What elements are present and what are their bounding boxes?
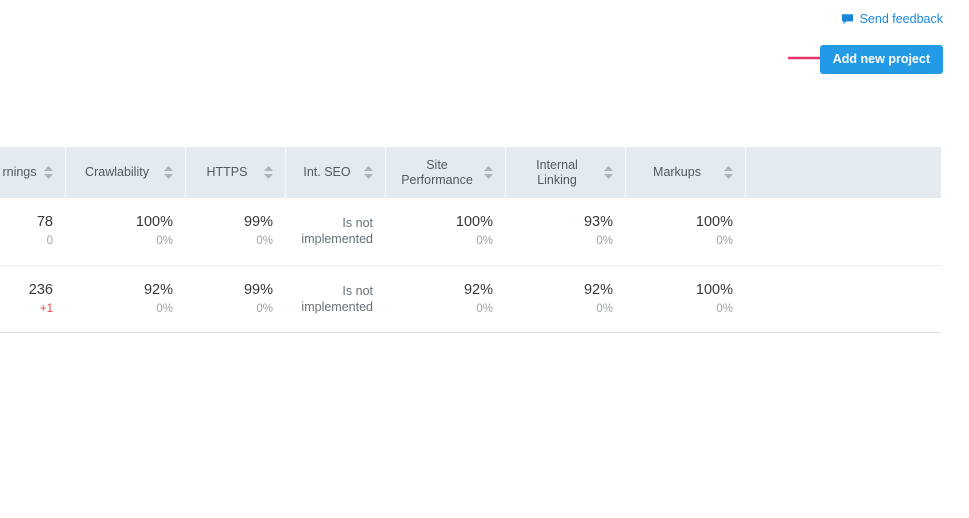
- page-root: Send feedback Add new project rnings Craw…: [0, 0, 969, 518]
- cell-crawlability: 92% 0%: [65, 265, 185, 333]
- cell-value: 99%: [243, 214, 273, 231]
- column-header-label: Internal Linking: [536, 157, 578, 187]
- table-header: rnings Crawlability HTTPS Int. SEO Site Perfo…: [0, 147, 941, 198]
- cell-spacer: [745, 265, 941, 333]
- table-row[interactable]: 236 +1 92% 0% 99% 0% Is not implemented 92% 0% 92…: [0, 265, 941, 333]
- cell-internal-linking: 93% 0%: [505, 198, 625, 266]
- column-header-label: Markups: [653, 165, 701, 179]
- column-header-int-seo[interactable]: Int. SEO: [285, 147, 386, 198]
- cell-delta: 0%: [476, 302, 493, 315]
- table-row[interactable]: 78 0 100% 0% 99% 0% Is not implemented 100% 0% 93…: [0, 198, 941, 266]
- cell-delta: 0: [46, 235, 53, 248]
- cell-value: 236: [28, 281, 53, 298]
- cell-int-seo: Is not implemented: [285, 198, 385, 266]
- cell-value: Is not implemented: [301, 216, 373, 247]
- cell-int-seo: Is not implemented: [285, 265, 385, 333]
- cell-delta: 0%: [256, 302, 273, 315]
- cell-site-performance: 100% 0%: [385, 198, 505, 266]
- column-header-label: Int. SEO: [303, 165, 351, 179]
- cell-warnings: 78 0: [0, 198, 65, 266]
- speech-bubble-icon: [841, 13, 854, 26]
- column-header-warnings[interactable]: rnings: [0, 147, 66, 198]
- table-body: 78 0 100% 0% 99% 0% Is not implemented 100% 0% 93…: [0, 198, 941, 333]
- column-header-internal-linking[interactable]: Internal Linking: [505, 147, 626, 198]
- cell-value: 92%: [143, 281, 173, 298]
- cell-delta: 0%: [156, 302, 173, 315]
- cell-delta: 0%: [716, 302, 733, 315]
- column-header-label: Site Performance: [401, 157, 473, 187]
- column-header-label: HTTPS: [206, 165, 248, 179]
- column-header-site-performance[interactable]: Site Performance: [385, 147, 506, 198]
- cell-value: 92%: [583, 281, 613, 298]
- cell-value: 99%: [243, 281, 273, 298]
- cell-internal-linking: 92% 0%: [505, 265, 625, 333]
- sort-updown-icon[interactable]: [163, 165, 173, 180]
- cell-value: 100%: [695, 214, 733, 231]
- cell-value: 78: [36, 214, 53, 231]
- column-header-https[interactable]: HTTPS: [185, 147, 286, 198]
- table-header-row: rnings Crawlability HTTPS Int. SEO Site Perfo…: [0, 147, 941, 198]
- column-header-crawlability[interactable]: Crawlability: [65, 147, 186, 198]
- cell-value: Is not implemented: [301, 283, 373, 314]
- cell-delta: +1: [39, 302, 53, 315]
- send-feedback-label: Send feedback: [859, 12, 943, 26]
- cell-delta: 0%: [716, 235, 733, 248]
- cell-https: 99% 0%: [185, 265, 285, 333]
- sort-updown-icon[interactable]: [363, 165, 373, 180]
- column-header-label: rnings: [2, 165, 37, 179]
- sort-updown-icon[interactable]: [43, 165, 53, 180]
- cell-https: 99% 0%: [185, 198, 285, 266]
- cell-value: 93%: [583, 214, 613, 231]
- cell-crawlability: 100% 0%: [65, 198, 185, 266]
- cell-delta: 0%: [156, 235, 173, 248]
- cell-delta: 0%: [596, 302, 613, 315]
- projects-table: rnings Crawlability HTTPS Int. SEO Site Perfo…: [0, 147, 941, 333]
- add-new-project-button[interactable]: Add new project: [819, 45, 943, 74]
- sort-updown-icon[interactable]: [603, 165, 613, 180]
- cell-value: 100%: [695, 281, 733, 298]
- cell-markups: 100% 0%: [625, 265, 745, 333]
- cell-value: 92%: [463, 281, 493, 298]
- projects-table-wrapper: rnings Crawlability HTTPS Int. SEO Site Perfo…: [0, 147, 941, 333]
- column-header-spacer: [745, 147, 941, 198]
- send-feedback-link[interactable]: Send feedback: [841, 11, 943, 27]
- sort-updown-icon[interactable]: [263, 165, 273, 180]
- sort-updown-icon[interactable]: [483, 165, 493, 180]
- cell-delta: 0%: [476, 235, 493, 248]
- cell-markups: 100% 0%: [625, 198, 745, 266]
- cell-delta: 0%: [596, 235, 613, 248]
- cell-warnings: 236 +1: [0, 265, 65, 333]
- cell-site-performance: 92% 0%: [385, 265, 505, 333]
- cell-delta: 0%: [256, 235, 273, 248]
- cell-spacer: [745, 198, 941, 266]
- cell-value: 100%: [455, 214, 493, 231]
- column-header-markups[interactable]: Markups: [625, 147, 746, 198]
- cell-value: 100%: [135, 214, 173, 231]
- column-header-label: Crawlability: [85, 165, 149, 179]
- sort-updown-icon[interactable]: [723, 165, 733, 180]
